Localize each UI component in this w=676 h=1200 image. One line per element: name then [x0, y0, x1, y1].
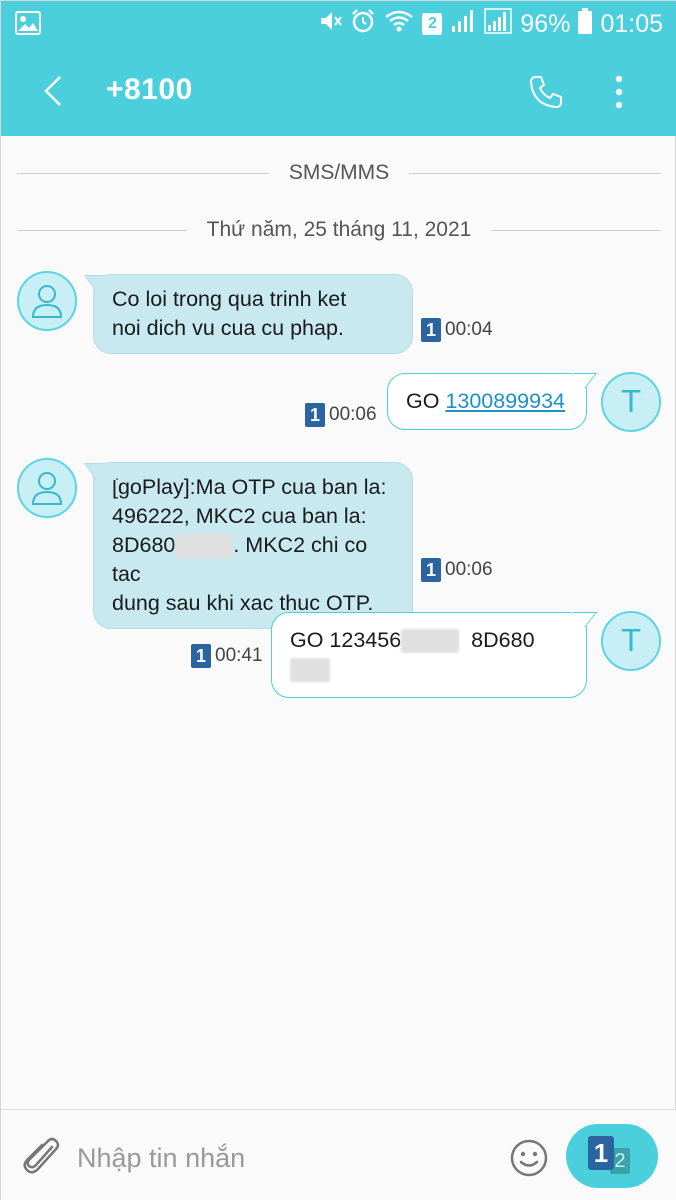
message-text-line: 496222, MKC2 cua ban la:	[112, 504, 367, 528]
date-divider: Thứ năm, 25 tháng 11, 2021	[17, 215, 661, 245]
mute-icon	[316, 8, 343, 41]
wifi-icon	[384, 9, 414, 40]
self-avatar[interactable]: T	[601, 611, 661, 671]
sim-icon: 1	[421, 318, 441, 342]
conversation-title: +8100	[106, 73, 193, 106]
more-options-button[interactable]	[601, 69, 637, 115]
redacted-blur	[401, 629, 460, 654]
message-bubble-incoming[interactable]: Co loi trong qua trinh ket noi dich vu c…	[93, 274, 413, 354]
message-meta: 1 00:04	[421, 318, 493, 342]
battery-percent: 96%	[520, 9, 571, 38]
sim-icon: 1	[191, 644, 211, 668]
self-avatar[interactable]: T	[601, 372, 661, 432]
avatar-letter: T	[621, 623, 641, 659]
sim2-badge: 2	[422, 13, 443, 35]
attach-button[interactable]	[21, 1134, 63, 1178]
message-meta: 1 00:41	[191, 644, 263, 668]
send-button[interactable]: 1 2	[566, 1124, 658, 1188]
message-text: 8D680	[471, 628, 535, 652]
message-time: 00:04	[445, 319, 493, 340]
message-meta: 1 00:06	[421, 558, 493, 582]
message-time: 00:06	[329, 404, 377, 425]
message-meta: 1 00:06	[305, 403, 377, 427]
avatar-letter: T	[621, 384, 641, 420]
message-text-line: [goPlay]:Ma OTP cua ban la:	[112, 475, 387, 499]
emoji-button[interactable]	[507, 1136, 551, 1180]
message-bubble-outgoing[interactable]: GO 1300899934	[387, 373, 587, 430]
call-button[interactable]	[523, 69, 569, 115]
message-input[interactable]	[77, 1138, 497, 1178]
phone-number-link[interactable]: 1300899934	[445, 389, 565, 413]
status-bar: 2 96% 01:05	[1, 1, 676, 47]
message-text-line: 8D680. MKC2 chi co tac	[112, 531, 394, 589]
smiley-icon	[510, 1139, 548, 1177]
message-text-fragment: 8D680	[112, 533, 176, 557]
message-bubble-outgoing[interactable]: GO 123456 8D680	[271, 612, 587, 698]
phone-icon	[529, 76, 562, 109]
channel-divider: SMS/MMS	[17, 158, 661, 188]
back-button[interactable]	[31, 69, 75, 113]
message-bubble-incoming[interactable]: [goPlay]:Ma OTP cua ban la: 496222, MKC2…	[93, 462, 413, 629]
message-time: 00:41	[215, 645, 263, 666]
sender-avatar[interactable]	[17, 458, 77, 518]
message-time: 00:06	[445, 559, 493, 580]
sim-icon: 1	[305, 403, 325, 427]
date-label: Thứ năm, 25 tháng 11, 2021	[206, 218, 472, 241]
person-icon	[31, 285, 63, 318]
sim-icon: 1	[421, 558, 441, 582]
sender-avatar[interactable]	[17, 271, 77, 331]
channel-label: SMS/MMS	[288, 161, 390, 184]
app-bar: +8100	[1, 47, 676, 136]
more-vert-icon	[615, 75, 623, 109]
back-arrow-icon	[44, 76, 61, 106]
message-composer: 1 2	[1, 1109, 676, 1200]
message-text-line: noi dich vu cua cu phap.	[112, 316, 344, 340]
signal-icon-1	[450, 8, 476, 41]
clock: 01:05	[600, 9, 663, 38]
signal-icon-2	[484, 7, 513, 41]
send-sim1-icon: 1	[588, 1136, 614, 1170]
message-text: GO 123456	[290, 628, 402, 652]
person-icon	[31, 472, 63, 505]
redacted-blur	[290, 658, 330, 683]
paperclip-icon	[23, 1137, 60, 1174]
alarm-icon	[350, 8, 376, 41]
gallery-notification-icon	[15, 11, 41, 40]
redacted-blur	[175, 534, 234, 559]
battery-icon	[578, 7, 593, 41]
message-text: GO	[406, 389, 446, 413]
message-text-line: Co loi trong qua trinh ket	[112, 287, 347, 311]
